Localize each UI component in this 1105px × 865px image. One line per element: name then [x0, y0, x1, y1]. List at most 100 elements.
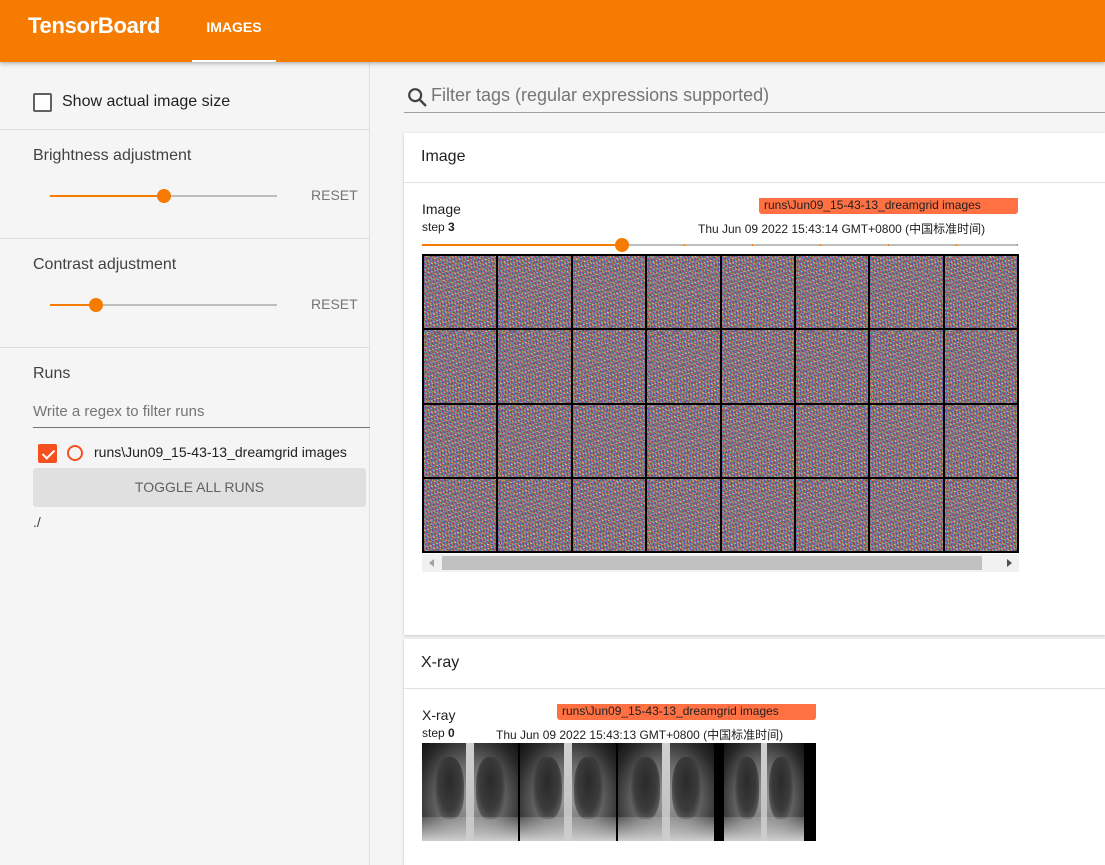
run-badge: runs\Jun09_15-43-13_dreamgrid images: [557, 704, 816, 720]
step-slider-knob[interactable]: [615, 238, 629, 252]
noise-tile: [572, 256, 646, 329]
run-label: runs\Jun09_15-43-13_dreamgrid images: [94, 444, 347, 460]
diaphragm: [422, 817, 518, 841]
lung-left: [735, 757, 760, 819]
brightness-slider-fill: [50, 195, 164, 197]
step-tick: [956, 244, 957, 246]
image-tag-name: Image: [422, 201, 461, 217]
runs-filter-input[interactable]: Write a regex to filter runs: [33, 400, 370, 428]
runs-title: Runs: [33, 365, 71, 382]
diaphragm: [618, 817, 714, 841]
brightness-reset-button[interactable]: RESET: [311, 187, 358, 203]
noise-tile: [944, 478, 1017, 551]
scrollbar-thumb[interactable]: [442, 556, 982, 570]
xray-step-label: step 0: [422, 726, 455, 740]
xray-image-strip: [422, 743, 816, 841]
noise-tile: [424, 478, 497, 551]
noise-tile: [647, 478, 720, 551]
noise-tile: [870, 404, 943, 477]
noise-tile: [498, 478, 571, 551]
top-app-bar: TensorBoard IMAGES: [0, 0, 1105, 62]
active-tab-indicator: [192, 60, 276, 62]
lung-right: [671, 757, 701, 819]
run-badge: runs\Jun09_15-43-13_dreamgrid images: [759, 198, 1018, 214]
dreamgrid-image: [422, 254, 1019, 553]
brightness-title: Brightness adjustment: [33, 147, 192, 164]
noise-tile: [721, 404, 794, 477]
noise-tile: [498, 404, 571, 477]
noise-tile: [721, 330, 794, 403]
xray-image: [618, 743, 714, 841]
lung-right: [475, 757, 505, 819]
step-tick: [820, 244, 821, 246]
runs-path-label: ./: [33, 514, 41, 530]
sidebar-divider: [0, 129, 370, 130]
noise-tile: [944, 404, 1017, 477]
noise-tile: [795, 330, 869, 403]
noise-tile: [721, 478, 794, 551]
run-color-radio[interactable]: [67, 445, 83, 461]
run-checkbox[interactable]: [38, 444, 57, 463]
card-header[interactable]: X-ray: [404, 639, 1105, 689]
contrast-slider[interactable]: [50, 298, 277, 312]
scroll-left-icon[interactable]: [429, 559, 434, 567]
tab-images-label: IMAGES: [206, 19, 262, 35]
xray-image: [724, 743, 804, 841]
show-actual-size-label: Show actual image size: [62, 93, 231, 110]
tab-images[interactable]: IMAGES: [192, 0, 276, 62]
scroll-right-icon[interactable]: [1007, 559, 1012, 567]
lung-left: [435, 757, 465, 819]
tag-filter-input[interactable]: Filter tags (regular expressions support…: [404, 80, 1105, 113]
contrast-title: Contrast adjustment: [33, 256, 177, 273]
lung-right: [573, 757, 603, 819]
noise-tile: [572, 478, 646, 551]
step-value: 3: [448, 220, 455, 234]
sidebar: Show actual image size Brightness adjust…: [0, 62, 370, 865]
brightness-slider-knob[interactable]: [157, 189, 171, 203]
contrast-slider-knob[interactable]: [89, 298, 103, 312]
noise-tile: [944, 256, 1017, 329]
step-prefix: step: [422, 726, 445, 740]
card-header[interactable]: Image: [404, 133, 1105, 183]
noise-tile: [572, 330, 646, 403]
noise-tile: [424, 404, 497, 477]
noise-tile: [424, 330, 497, 403]
tag-filter-placeholder: Filter tags (regular expressions support…: [431, 85, 770, 105]
noise-tile: [795, 404, 869, 477]
lung-right: [768, 757, 793, 819]
noise-tile: [498, 256, 571, 329]
step-slider[interactable]: [422, 238, 1018, 252]
image-horizontal-scrollbar[interactable]: [422, 554, 1019, 572]
step-value: 0: [448, 726, 455, 740]
step-tick: [684, 244, 685, 246]
step-tick: [1017, 244, 1018, 246]
image-step-label: step 3: [422, 220, 455, 234]
xray-tag-name: X-ray: [422, 707, 456, 723]
step-tick: [752, 244, 753, 246]
lung-left: [631, 757, 661, 819]
card-header-title: Image: [421, 148, 466, 165]
noise-tile: [721, 256, 794, 329]
noise-tile: [424, 256, 497, 329]
step-tick: [888, 244, 889, 246]
diaphragm: [724, 817, 804, 841]
noise-tile: [870, 478, 943, 551]
app-title: TensorBoard: [28, 13, 160, 38]
show-actual-size-checkbox[interactable]: [33, 93, 52, 112]
noise-tile: [647, 256, 720, 329]
sidebar-divider: [0, 347, 370, 348]
noise-tile: [795, 256, 869, 329]
toggle-all-runs-button[interactable]: TOGGLE ALL RUNS: [33, 468, 366, 507]
brightness-slider[interactable]: [50, 189, 277, 203]
contrast-reset-button[interactable]: RESET: [311, 296, 358, 312]
noise-tile: [795, 478, 869, 551]
card-header-title: X-ray: [421, 654, 460, 671]
noise-tile: [944, 330, 1017, 403]
image-timestamp: Thu Jun 09 2022 15:43:14 GMT+0800 (中国标准时…: [698, 222, 986, 236]
xray-timestamp: Thu Jun 09 2022 15:43:13 GMT+0800 (中国标准时…: [496, 728, 784, 742]
noise-tile: [572, 404, 646, 477]
lung-left: [533, 757, 563, 819]
xray-image: [422, 743, 518, 841]
diaphragm: [520, 817, 616, 841]
noise-tile: [647, 404, 720, 477]
